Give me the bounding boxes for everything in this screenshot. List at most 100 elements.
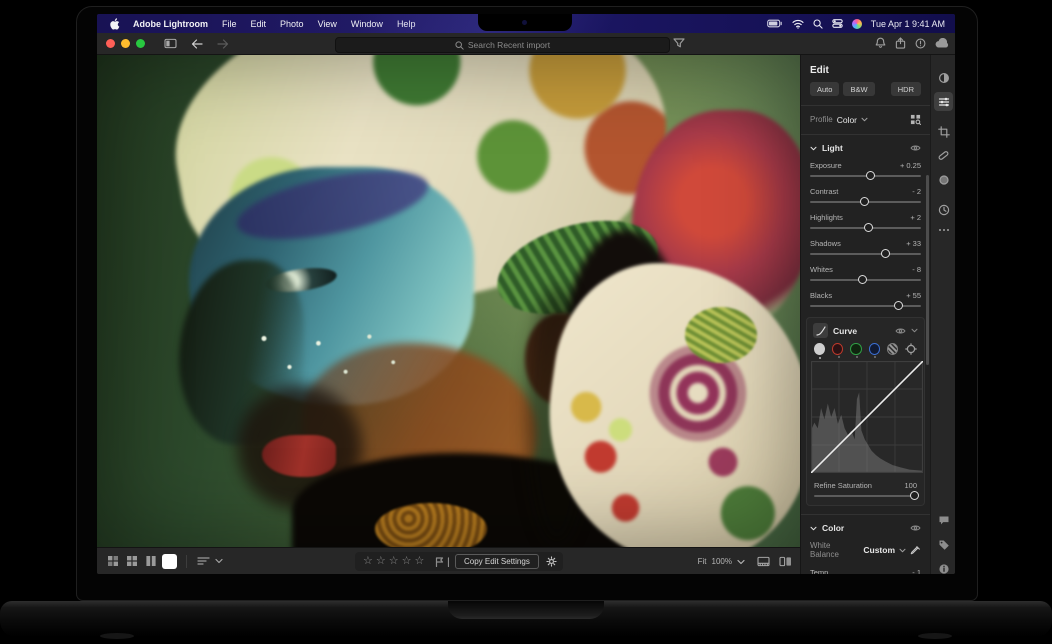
sidebar-toggle-icon[interactable]: [164, 38, 177, 49]
compare-view-button[interactable]: [143, 554, 158, 569]
menu-help[interactable]: Help: [390, 19, 423, 29]
star-rating-2[interactable]: ☆: [376, 556, 386, 567]
shadows-track[interactable]: [810, 253, 921, 255]
menu-file[interactable]: File: [215, 19, 244, 29]
whites-track[interactable]: [810, 279, 921, 281]
pick-flag-icon[interactable]: [435, 557, 444, 567]
color-chevron-icon[interactable]: [810, 526, 817, 531]
zoom-window-button[interactable]: [136, 39, 145, 48]
curve-channel-green[interactable]: [850, 343, 861, 355]
search-input[interactable]: Search Recent import: [335, 37, 670, 53]
star-rating-1[interactable]: ☆: [363, 556, 373, 567]
light-section-header[interactable]: Light: [810, 143, 921, 153]
control-center-icon[interactable]: [832, 19, 843, 28]
detail-view-button[interactable]: [162, 554, 177, 569]
curve-channel-blue[interactable]: [869, 343, 880, 355]
profile-row[interactable]: Profile Color: [810, 114, 921, 125]
star-rating-5[interactable]: ☆: [415, 556, 425, 567]
battery-icon[interactable]: [767, 19, 783, 28]
versions-history-icon[interactable]: [934, 200, 953, 219]
photo-canvas[interactable]: [97, 55, 800, 547]
info-icon[interactable]: [934, 559, 953, 574]
comments-icon[interactable]: [934, 511, 953, 530]
blacks-track[interactable]: [810, 305, 921, 307]
whites-knob[interactable]: [858, 275, 867, 284]
targeted-adjustment-icon[interactable]: [905, 343, 917, 355]
settings-gear-icon[interactable]: [546, 556, 557, 567]
shadows-knob[interactable]: [881, 249, 890, 258]
menu-app-name[interactable]: Adobe Lightroom: [126, 19, 215, 29]
white-balance-eyedropper-icon[interactable]: [910, 545, 921, 556]
color-section-header[interactable]: Color: [810, 523, 921, 533]
filter-icon[interactable]: [673, 38, 685, 49]
white-balance-chevron-icon[interactable]: [899, 548, 906, 553]
refine-saturation-track[interactable]: [814, 495, 917, 497]
close-window-button[interactable]: [106, 39, 115, 48]
sync-status-icon[interactable]: [915, 38, 926, 49]
menu-photo[interactable]: Photo: [273, 19, 311, 29]
photo-grid-view-button[interactable]: [105, 554, 120, 569]
highlights-track[interactable]: [810, 227, 921, 229]
menu-edit[interactable]: Edit: [244, 19, 274, 29]
presets-icon[interactable]: [934, 68, 953, 87]
white-balance-value[interactable]: Custom: [863, 545, 895, 555]
contrast-knob[interactable]: [860, 197, 869, 206]
square-grid-view-button[interactable]: [124, 554, 139, 569]
masking-icon[interactable]: [934, 170, 953, 189]
profile-chevron-icon[interactable]: [861, 117, 868, 122]
curve-channel-red[interactable]: [832, 343, 843, 355]
notifications-bell-icon[interactable]: [875, 37, 886, 49]
laptop-lid-scoop: [448, 601, 604, 619]
menu-view[interactable]: View: [311, 19, 344, 29]
apple-menu[interactable]: [97, 18, 126, 30]
blacks-knob[interactable]: [894, 301, 903, 310]
highlights-knob[interactable]: [864, 223, 873, 232]
siri-icon[interactable]: [852, 19, 862, 29]
menu-window[interactable]: Window: [344, 19, 390, 29]
sort-icon[interactable]: [196, 554, 211, 569]
before-after-view-icon[interactable]: [779, 556, 792, 567]
light-chevron-icon[interactable]: [810, 146, 817, 151]
zoom-level-value[interactable]: 100%: [712, 557, 732, 566]
white-balance-row[interactable]: White Balance Custom: [810, 541, 921, 559]
star-rating-3[interactable]: ☆: [389, 556, 399, 567]
profile-value[interactable]: Color: [837, 115, 857, 125]
hdr-button[interactable]: HDR: [891, 82, 921, 96]
wifi-icon[interactable]: [792, 19, 804, 29]
curve-channel-parametric[interactable]: [887, 343, 898, 355]
crop-icon[interactable]: [934, 122, 953, 141]
back-button[interactable]: [191, 39, 203, 49]
curve-channel-luminance[interactable]: [814, 343, 825, 355]
zoom-chevron-icon[interactable]: [737, 559, 745, 565]
minimize-window-button[interactable]: [121, 39, 130, 48]
cloud-icon[interactable]: [935, 38, 949, 48]
zoom-fit-label[interactable]: Fit: [698, 557, 707, 566]
spotlight-search-icon[interactable]: [813, 19, 823, 29]
sort-chevron-icon[interactable]: [215, 558, 223, 564]
auto-button[interactable]: Auto: [810, 82, 839, 96]
browse-profiles-icon[interactable]: [910, 114, 921, 125]
filmstrip-toggle-icon[interactable]: [757, 556, 770, 567]
refine-saturation-knob[interactable]: [910, 491, 919, 500]
light-eye-icon[interactable]: [910, 144, 921, 152]
tone-curve-plot[interactable]: [811, 361, 923, 473]
forward-button[interactable]: [217, 39, 229, 49]
exposure-knob[interactable]: [866, 171, 875, 180]
color-eye-icon[interactable]: [910, 524, 921, 532]
panel-scrollbar[interactable]: [926, 175, 929, 365]
healing-brush-icon[interactable]: [934, 146, 953, 165]
edit-sliders-icon[interactable]: [934, 92, 953, 111]
menu-bar-clock[interactable]: Tue Apr 1 9:41 AM: [871, 19, 945, 29]
zoom-control[interactable]: Fit 100%: [698, 548, 745, 574]
keywords-tag-icon[interactable]: [934, 535, 953, 554]
star-rating-4[interactable]: ☆: [402, 556, 412, 567]
curve-collapse-chevron-icon[interactable]: [911, 328, 918, 333]
curve-icon[interactable]: [813, 323, 828, 338]
copy-edit-settings-button[interactable]: Copy Edit Settings: [455, 554, 539, 569]
contrast-track[interactable]: [810, 201, 921, 203]
exposure-track[interactable]: [810, 175, 921, 177]
curve-eye-icon[interactable]: [895, 327, 906, 335]
more-options-icon[interactable]: [934, 220, 953, 239]
bw-button[interactable]: B&W: [843, 82, 874, 96]
share-icon[interactable]: [895, 37, 906, 49]
